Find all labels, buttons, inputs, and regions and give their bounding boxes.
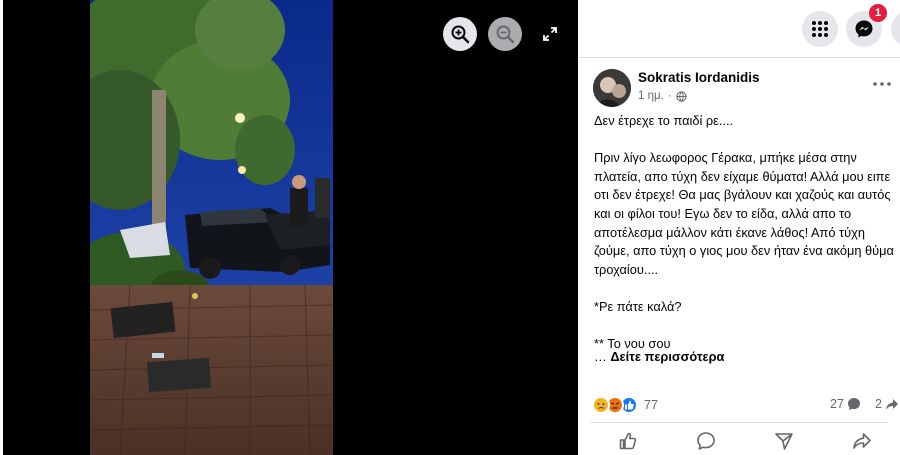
- see-more-link[interactable]: Δείτε περισσότερα: [610, 349, 724, 364]
- send-button[interactable]: [772, 430, 796, 452]
- author-avatar[interactable]: [593, 69, 631, 107]
- post-body-text: Δεν έτρεχε το παιδί ρε.... Πριν λίγο λεω…: [594, 113, 894, 352]
- comments-count[interactable]: 27: [830, 397, 861, 411]
- expand-icon: [543, 27, 557, 41]
- reactions-summary[interactable]: 77: [592, 396, 658, 414]
- shares-count-value: 2: [875, 397, 882, 411]
- comments-count-value: 27: [830, 397, 844, 411]
- zoom-out-button[interactable]: [488, 17, 522, 51]
- zoom-in-icon: [451, 25, 470, 44]
- zoom-in-button[interactable]: [443, 17, 477, 51]
- menu-button[interactable]: [802, 11, 838, 47]
- avatar-photo: [593, 69, 631, 107]
- media-viewer: [3, 0, 578, 455]
- account-button[interactable]: [891, 11, 900, 47]
- grid-menu-icon: [812, 21, 828, 37]
- like-button[interactable]: [616, 430, 640, 452]
- separator-dot: ·: [667, 90, 672, 102]
- share-button[interactable]: [850, 430, 874, 452]
- shares-count[interactable]: 2: [875, 397, 899, 411]
- actions-divider: [590, 422, 888, 423]
- author-name[interactable]: Sokratis Iordanidis: [638, 70, 760, 85]
- share-arrow-icon: [885, 399, 898, 410]
- like-icon: [619, 432, 637, 450]
- zoom-out-icon: [496, 25, 515, 44]
- comment-bubble-icon: [847, 398, 860, 410]
- fullscreen-button[interactable]: [538, 22, 562, 46]
- post-options-button[interactable]: [871, 76, 893, 92]
- post-photo[interactable]: [90, 0, 333, 455]
- send-icon: [775, 433, 793, 450]
- header-divider: [578, 57, 900, 58]
- comment-icon: [697, 432, 715, 450]
- post-panel: 1 Sokratis Iordanidis 1 ημ. · Δεν έτρεχε…: [578, 0, 900, 455]
- post-time[interactable]: 1 ημ.: [638, 90, 664, 102]
- see-more-line: … Δείτε περισσότερα: [594, 349, 724, 364]
- messenger-icon: [855, 20, 873, 38]
- crash-scene-image: [90, 0, 333, 455]
- post-meta: 1 ημ. ·: [638, 90, 687, 102]
- comment-button[interactable]: [694, 430, 718, 452]
- more-options-icon: [873, 82, 891, 86]
- globe-icon: [676, 90, 687, 102]
- see-more-ellipsis: …: [594, 349, 611, 364]
- reaction-count: 77: [644, 398, 658, 412]
- sad-reaction-icon: [592, 396, 610, 414]
- notification-badge[interactable]: 1: [869, 4, 887, 22]
- share-icon: [853, 433, 871, 449]
